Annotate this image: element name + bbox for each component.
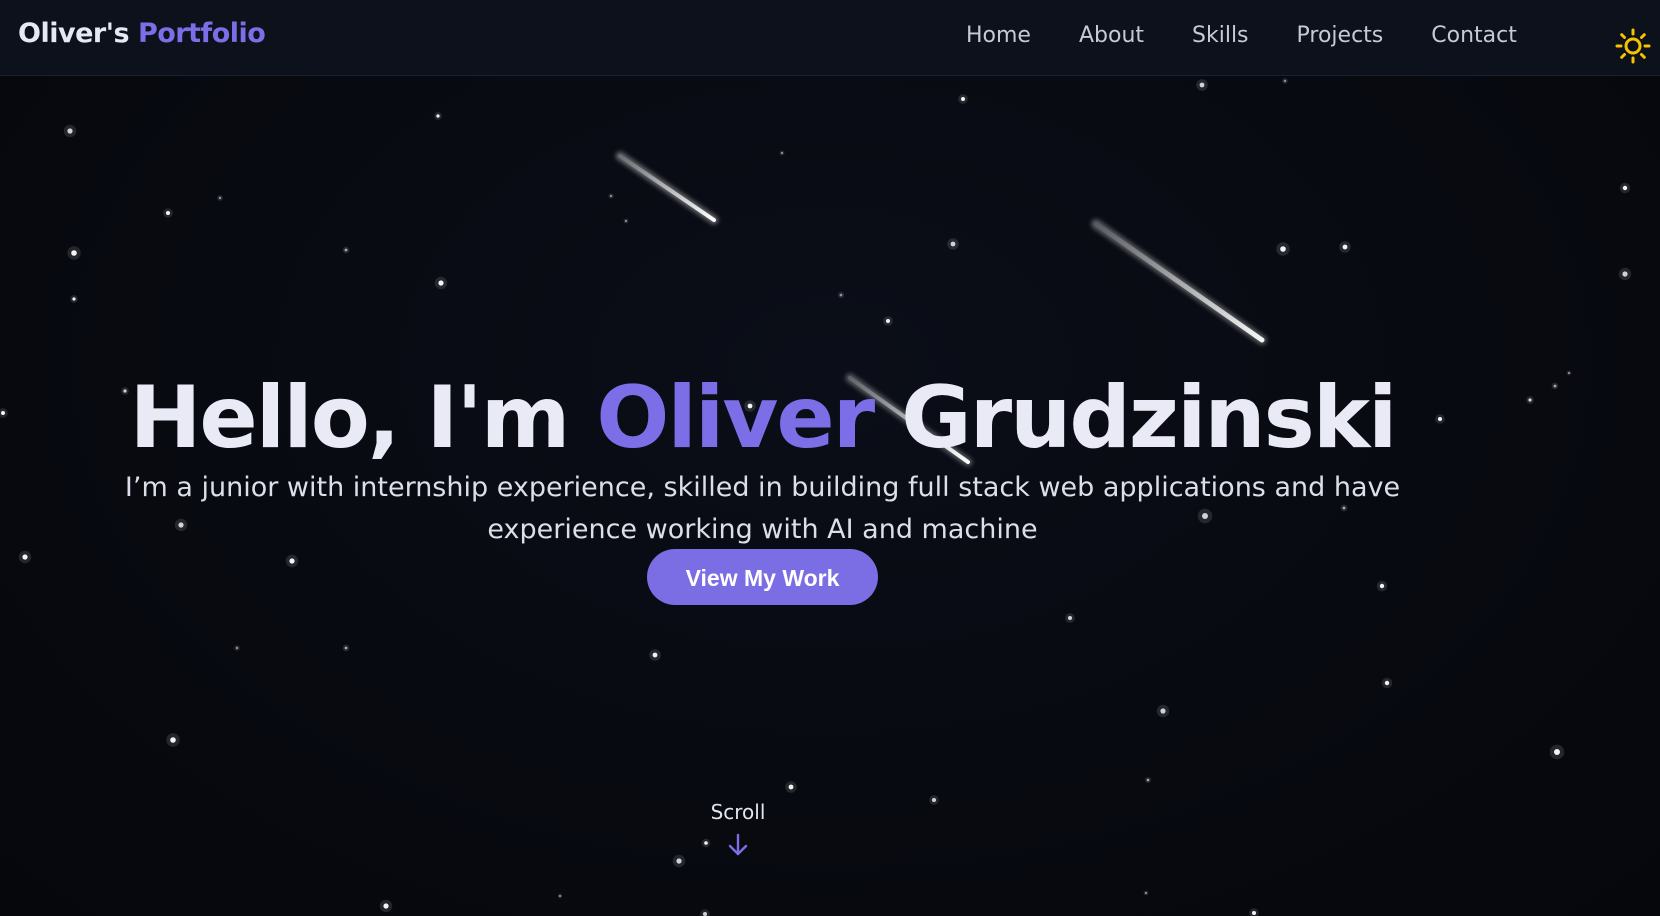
star (344, 248, 348, 252)
star (1068, 616, 1072, 620)
star (788, 784, 794, 790)
star (72, 297, 76, 301)
hero-title: Hello, I'm Oliver Grudzinski (0, 368, 1525, 468)
star (1384, 680, 1390, 686)
star (170, 737, 176, 743)
star (625, 220, 627, 222)
star (1145, 892, 1147, 894)
hero-first-name: Oliver (596, 367, 875, 468)
nav-link-skills[interactable]: Skills (1192, 23, 1249, 48)
star (652, 652, 658, 658)
arrow-down-icon (728, 833, 748, 856)
star (436, 114, 440, 118)
hero-subtitle: I’m a junior with internship experience,… (124, 472, 1401, 545)
star (22, 554, 28, 560)
star (1146, 778, 1150, 782)
star (67, 128, 73, 134)
star (218, 196, 222, 200)
star (950, 241, 956, 247)
star (676, 858, 682, 864)
star (1622, 271, 1628, 277)
star (1528, 398, 1532, 402)
nav-link-about[interactable]: About (1079, 23, 1144, 48)
sun-icon (1615, 28, 1651, 64)
star (1252, 911, 1256, 915)
star (703, 912, 707, 916)
site-logo[interactable]: Oliver's Portfolio (18, 18, 266, 49)
nav-link-contact[interactable]: Contact (1431, 23, 1517, 48)
star (289, 558, 295, 564)
star (71, 250, 77, 256)
star (1342, 244, 1348, 250)
page: Oliver's Portfolio Home About Skills Pro… (0, 0, 1660, 916)
star (1379, 583, 1385, 589)
star (344, 646, 348, 650)
star (1283, 79, 1287, 83)
star (886, 319, 890, 323)
star (235, 646, 239, 650)
star (1199, 82, 1205, 88)
star (1280, 246, 1286, 252)
nav-link-projects[interactable]: Projects (1297, 23, 1384, 48)
star (781, 152, 783, 154)
view-my-work-button[interactable]: View My Work (647, 549, 878, 605)
star (1622, 185, 1628, 191)
nav-link-home[interactable]: Home (966, 23, 1031, 48)
hero-greeting: Hello, I'm (129, 367, 597, 468)
theme-toggle-button[interactable] (1615, 28, 1651, 64)
scroll-label: Scroll (710, 800, 766, 824)
star (166, 211, 170, 215)
star (609, 194, 613, 198)
star (1568, 372, 1570, 374)
star (1160, 708, 1166, 714)
star (383, 903, 389, 909)
star (1553, 384, 1557, 388)
star (932, 798, 936, 802)
hero-last-name: Grudzinski (873, 367, 1397, 468)
nav-menu: Home About Skills Projects Contact (966, 23, 1565, 48)
scroll-indicator[interactable]: Scroll (690, 800, 786, 858)
logo-name: Oliver's (18, 18, 130, 49)
star (839, 293, 843, 297)
star (1554, 749, 1560, 755)
star (961, 97, 965, 101)
star (559, 895, 561, 897)
logo-accent: Portfolio (137, 18, 266, 49)
navbar: Oliver's Portfolio Home About Skills Pro… (0, 0, 1660, 76)
star (438, 280, 444, 286)
